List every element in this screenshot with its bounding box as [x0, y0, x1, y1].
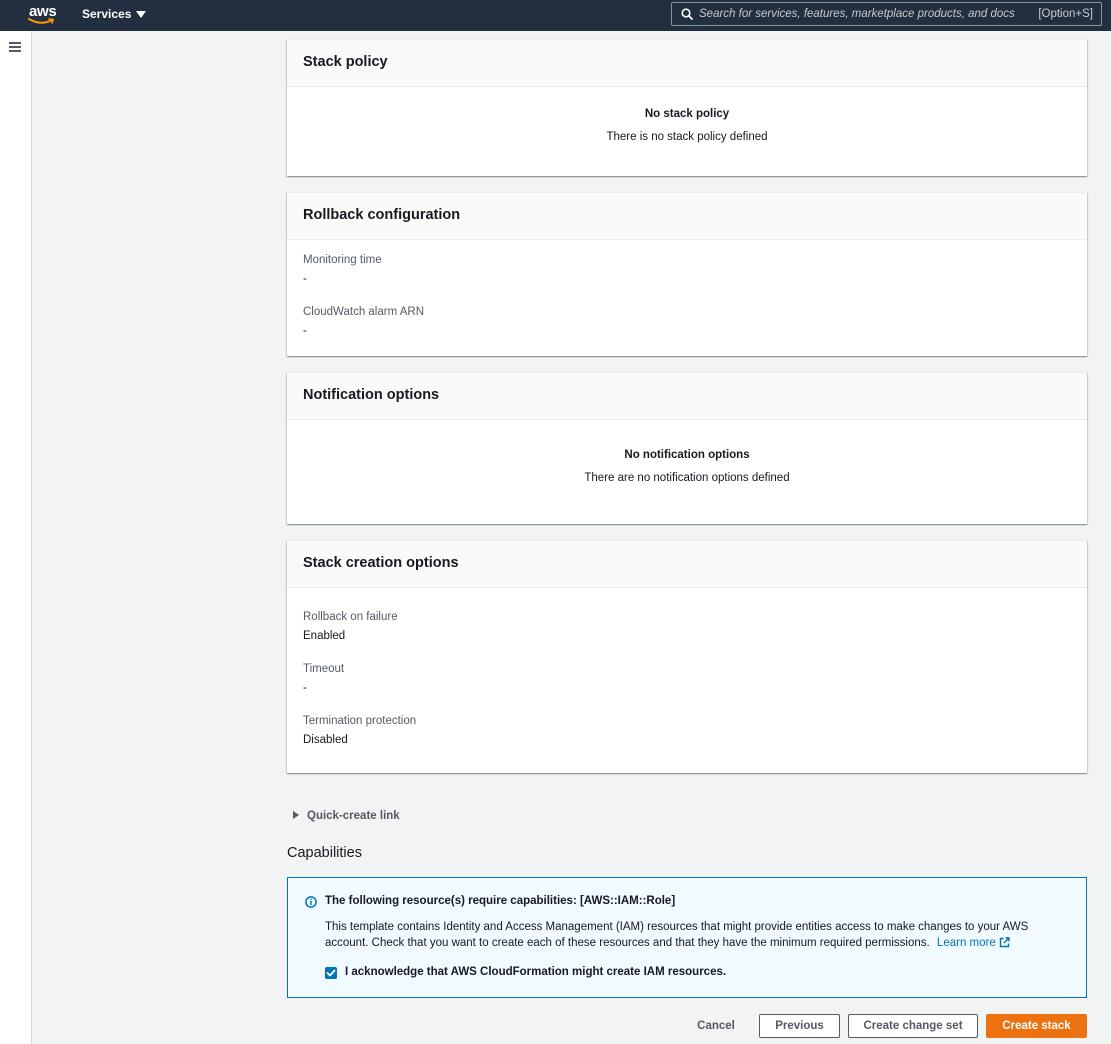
field-label: CloudWatch alarm ARN: [303, 306, 425, 318]
empty-state-description: There is no stack policy defined: [606, 131, 768, 143]
empty-state-title: No stack policy: [644, 108, 730, 120]
field-label: Timeout: [303, 663, 345, 675]
field-value: -: [303, 325, 307, 337]
field-value: Disabled: [303, 734, 348, 746]
acknowledge-checkbox[interactable]: [325, 967, 337, 979]
alert-body: This template contains Identity and Acce…: [325, 919, 1073, 951]
top-navigation-bar: aws Services [Option+S]: [0, 0, 1111, 31]
caret-right-icon: [293, 811, 299, 819]
previous-button[interactable]: Previous: [759, 1014, 840, 1038]
alert-message: This template contains Identity and Acce…: [325, 921, 1029, 949]
aws-logo[interactable]: aws: [28, 3, 58, 27]
search-icon: [681, 8, 693, 20]
cloudwatch-alarm-arn-field: CloudWatch alarm ARN -: [303, 306, 424, 337]
checkmark-icon: [326, 969, 336, 977]
notification-options-panel: Notification options No notification opt…: [287, 372, 1087, 524]
create-stack-button[interactable]: Create stack: [986, 1014, 1087, 1038]
field-label: Monitoring time: [303, 254, 382, 266]
capabilities-info-alert: The following resource(s) require capabi…: [287, 877, 1087, 998]
aws-smile-icon: [28, 18, 55, 24]
field-label: Termination protection: [303, 715, 417, 727]
alert-title: The following resource(s) require capabi…: [325, 895, 676, 907]
panel-title: Rollback configuration: [303, 207, 461, 223]
panel-title: Stack policy: [303, 54, 388, 70]
services-label: Services: [82, 7, 132, 21]
panel-header: Stack policy: [287, 40, 1087, 87]
capabilities-heading: Capabilities: [287, 845, 362, 861]
search-box[interactable]: [Option+S]: [671, 2, 1102, 26]
termination-protection-field: Termination protection Disabled: [303, 715, 416, 746]
stack-policy-panel: Stack policy No stack policy There is no…: [287, 39, 1087, 176]
learn-more-label: Learn more: [936, 937, 996, 949]
create-change-set-button[interactable]: Create change set: [848, 1014, 978, 1038]
rollback-configuration-panel: Rollback configuration Monitoring time -…: [287, 192, 1087, 356]
side-navigation: [0, 31, 32, 1044]
panel-header: Rollback configuration: [287, 193, 1087, 240]
expander-label: Quick-create link: [307, 810, 400, 822]
info-icon: [305, 896, 317, 908]
monitoring-time-field: Monitoring time -: [303, 254, 382, 285]
panel-header: Notification options: [287, 373, 1087, 420]
empty-state-description: There are no notification options define…: [584, 472, 790, 484]
rollback-on-failure-field: Rollback on failure Enabled: [303, 611, 398, 642]
search-input[interactable]: [699, 4, 1029, 24]
field-value: Enabled: [303, 630, 346, 642]
services-menu-button[interactable]: Services: [82, 7, 147, 21]
field-label: Rollback on failure: [303, 611, 398, 623]
panel-title: Notification options: [303, 387, 440, 403]
empty-state: No stack policy There is no stack policy…: [287, 87, 1087, 143]
cancel-button[interactable]: Cancel: [690, 1014, 742, 1038]
caret-down-icon: [136, 11, 147, 18]
panel-header: Stack creation options: [287, 541, 1087, 588]
menu-hamburger-icon[interactable]: [9, 42, 21, 52]
timeout-field: Timeout -: [303, 663, 344, 694]
external-link-icon: [999, 937, 1010, 948]
field-value: -: [303, 682, 307, 694]
panel-title: Stack creation options: [303, 555, 459, 571]
empty-state: No notification options There are no not…: [287, 420, 1087, 484]
empty-state-title: No notification options: [624, 449, 750, 461]
learn-more-link[interactable]: Learn more: [937, 937, 1010, 949]
acknowledge-label[interactable]: I acknowledge that AWS CloudFormation mi…: [345, 966, 726, 978]
search-shortcut-hint: [Option+S]: [1038, 8, 1093, 20]
quick-create-link-expander[interactable]: Quick-create link: [293, 810, 400, 822]
stack-creation-options-panel: Stack creation options Rollback on failu…: [287, 540, 1087, 773]
field-value: -: [303, 273, 307, 285]
